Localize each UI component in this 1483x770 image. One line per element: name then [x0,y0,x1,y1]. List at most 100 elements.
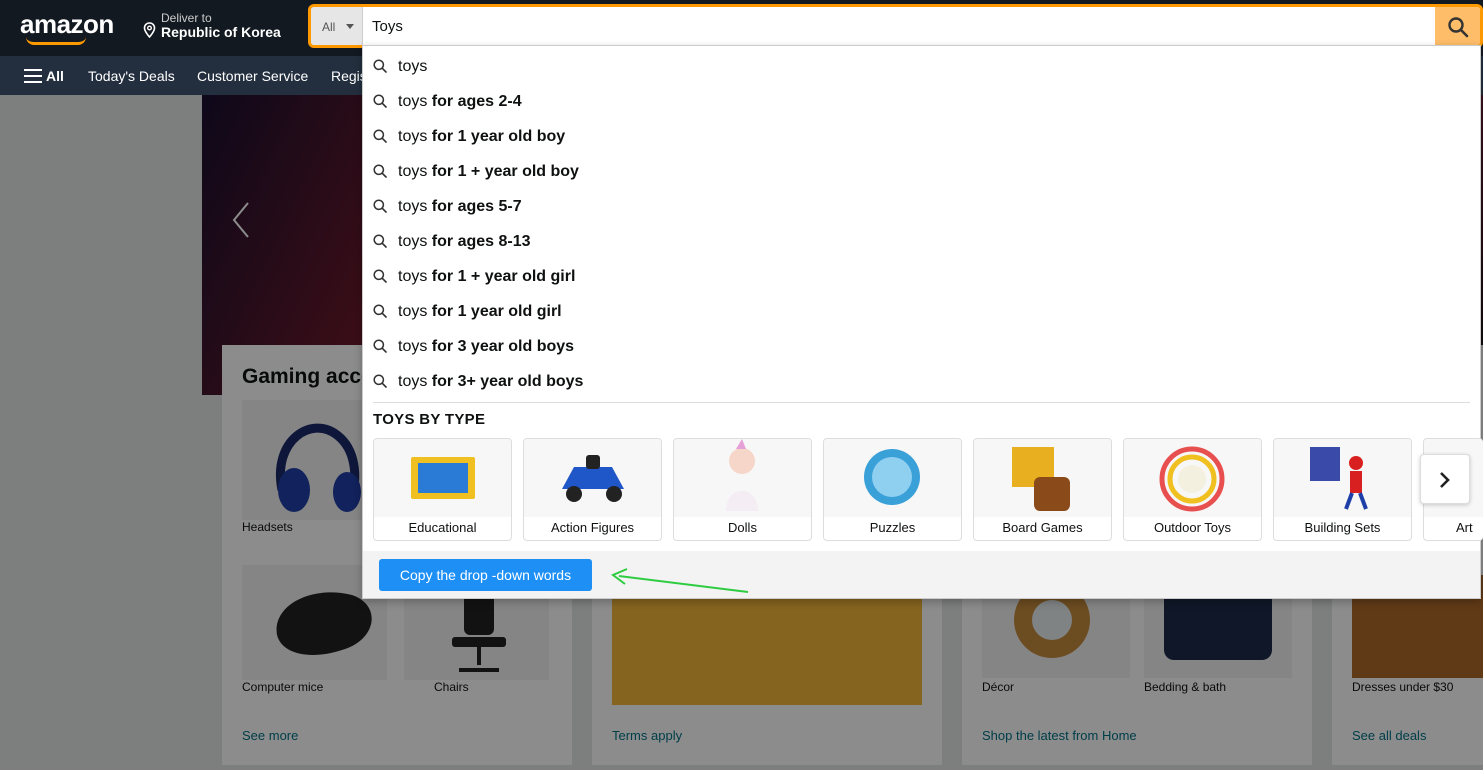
tile-label: Building Sets [1304,520,1381,535]
amazon-logo-smile [26,37,86,45]
suggestion-prefix: toys [398,198,432,215]
toys-by-type-title: TOYS BY TYPE [373,411,486,428]
educational-image [374,439,511,517]
tile-label: Dolls [728,520,757,535]
building-set-icon [1310,447,1368,510]
tile-label: Educational [408,520,477,535]
location-pin-icon [143,22,156,38]
dropdown-footer: Copy the drop -down words [363,551,1480,598]
suggestion-text: toys for 1 + year old girl [398,268,575,286]
chevron-right-icon [1440,472,1450,488]
suggestion-prefix: toys [398,338,432,355]
tile-label: Board Games [1002,520,1083,535]
suggestion-prefix: toys [398,268,432,285]
suggestion-item[interactable]: toys for ages 8-13 [363,223,1480,258]
search-category-select[interactable]: All [311,7,363,45]
suggestion-item[interactable]: toys for ages 5-7 [363,188,1480,223]
suggestion-text: toys for ages 5-7 [398,198,522,216]
suggestion-item[interactable]: toys for 1 year old girl [363,293,1480,328]
suggestion-item[interactable]: toys for 1 + year old boy [363,153,1480,188]
tile-label: Outdoor Toys [1153,520,1232,535]
suggestion-item[interactable]: toys for 1 year old boy [363,118,1480,153]
search-icon [373,199,387,213]
carousel-next-button[interactable] [1420,454,1470,504]
suggestion-completion: for 1 + year old girl [431,268,576,285]
action-figures-image [524,439,661,517]
tile-outdoor-toys[interactable]: Outdoor Toys [1123,438,1262,541]
search-icon [373,59,387,73]
tile-building-sets[interactable]: Building Sets [1273,438,1412,541]
search-icon [373,129,387,143]
suggestion-completion: for 3+ year old boys [431,373,584,390]
tile-educational[interactable]: Educational [373,438,512,541]
suggestion-text: toys for 3+ year old boys [398,373,583,391]
suggestion-completion: for ages 2-4 [431,93,522,110]
building-sets-image [1274,439,1411,517]
deliver-to-country: Republic of Korea [161,24,281,40]
nav-customer-service[interactable]: Customer Service [197,68,308,84]
suggestion-text: toys [398,58,427,76]
suggestion-text: toys for 3 year old boys [398,338,574,356]
tablet-toy-icon [411,457,475,499]
suggestion-completion: for ages 5-7 [431,198,522,215]
doll-icon [726,439,758,511]
suggestion-item[interactable]: toys for ages 2-4 [363,83,1480,118]
search-icon [373,94,387,108]
suggestion-text: toys for ages 2-4 [398,93,522,111]
suggestion-completion: for 3 year old boys [431,338,575,355]
suggestion-text: toys for 1 + year old boy [398,163,579,181]
deliver-to-label: Deliver to [161,11,212,25]
search-icon [373,339,387,353]
nav-all[interactable]: All [46,68,64,84]
search-icon [373,164,387,178]
search-category-value: All [322,20,336,34]
search-input[interactable] [366,7,1436,45]
ring-toy-icon [1159,446,1225,512]
tile-label: Art [1456,520,1473,535]
search-bar: All [308,4,1483,48]
suggestion-prefix: toys [398,58,428,75]
toy-car-icon [562,455,624,502]
caret-down-icon [346,24,354,29]
annotation-arrow-icon [611,568,749,593]
board-game-icon [1012,447,1070,511]
suggestion-prefix: toys [398,163,432,180]
suggestion-item[interactable]: toys [363,48,1480,83]
suggestion-prefix: toys [398,303,432,320]
copy-dropdown-words-button[interactable]: Copy the drop -down words [379,559,592,591]
search-icon [373,269,387,283]
hamburger-menu-icon[interactable] [24,69,42,83]
search-icon [373,234,387,248]
board-games-image [974,439,1111,517]
suggestion-text: toys for 1 year old boy [398,128,565,146]
dolls-image [674,439,811,517]
suggestion-completion: for 1 year old girl [431,303,562,320]
tile-action-figures[interactable]: Action Figures [523,438,662,541]
outdoor-toys-image [1124,439,1261,517]
suggestion-completion: for 1 year old boy [431,128,566,145]
suggestion-text: toys for ages 8-13 [398,233,531,251]
tile-board-games[interactable]: Board Games [973,438,1112,541]
suggestion-prefix: toys [398,233,432,250]
suggestion-completion: for ages 8-13 [431,233,531,250]
tile-dolls[interactable]: Dolls [673,438,812,541]
tile-label: Puzzles [869,520,916,535]
tile-label: Action Figures [550,520,635,535]
suggestion-prefix: toys [398,128,432,145]
nav-todays-deals[interactable]: Today's Deals [88,68,175,84]
tile-puzzles[interactable]: Puzzles [823,438,962,541]
suggestion-prefix: toys [398,373,432,390]
suggestion-item[interactable]: toys for 3 year old boys [363,328,1480,363]
search-icon [373,304,387,318]
suggestion-prefix: toys [398,93,432,110]
divider [373,402,1470,403]
suggestion-item[interactable]: toys for 3+ year old boys [363,363,1480,398]
amazon-logo[interactable]: amazon [20,9,114,40]
search-submit-button[interactable] [1435,7,1480,45]
search-icon [373,374,387,388]
search-suggestions-dropdown: toys toys for ages 2-4 toys for 1 year old… [362,45,1483,599]
suggestion-text: toys for 1 year old girl [398,303,562,321]
puzzle-ball-icon [864,449,920,505]
suggestion-item[interactable]: toys for 1 + year old girl [363,258,1480,293]
search-icon [1448,17,1469,38]
